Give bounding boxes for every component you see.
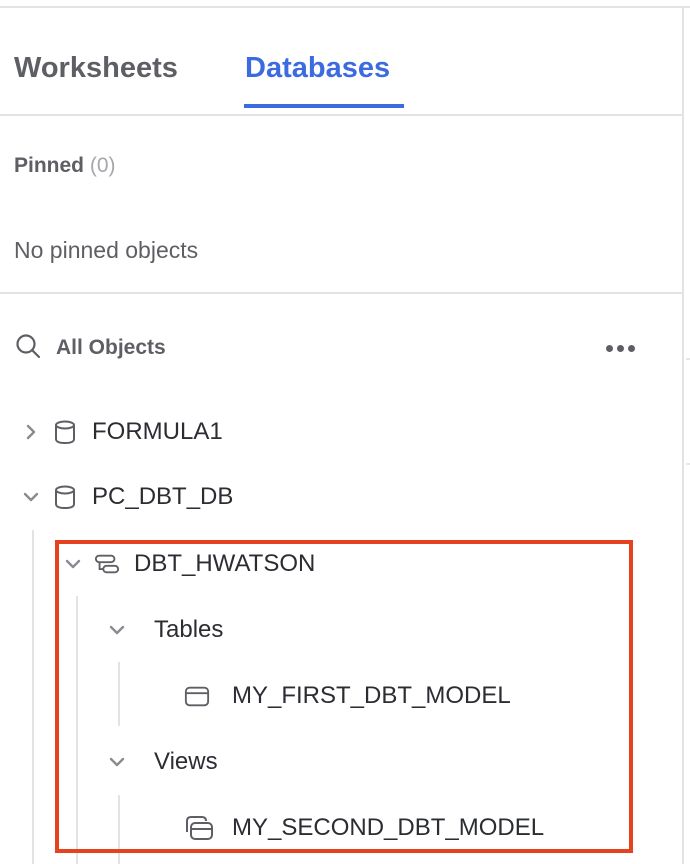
database-icon bbox=[52, 419, 78, 445]
table-name: MY_FIRST_DBT_MODEL bbox=[232, 682, 511, 709]
more-horizontal-icon bbox=[605, 344, 613, 352]
chevron-down-icon[interactable] bbox=[108, 753, 126, 771]
view-name: MY_SECOND_DBT_MODEL bbox=[232, 814, 545, 841]
panel-right-border bbox=[682, 8, 684, 864]
schema-name: DBT_HWATSON bbox=[134, 550, 316, 577]
tree-item-database[interactable]: PC_DBT_DB bbox=[22, 480, 233, 514]
tree-item-schema[interactable]: DBT_HWATSON bbox=[64, 547, 315, 581]
search-icon[interactable] bbox=[14, 332, 42, 365]
right-edge-divider bbox=[686, 358, 690, 360]
chevron-down-icon[interactable] bbox=[22, 488, 40, 506]
pinned-heading: Pinned (0) bbox=[14, 154, 116, 178]
database-icon bbox=[52, 484, 78, 510]
view-icon bbox=[182, 815, 214, 841]
active-tab-indicator bbox=[244, 104, 404, 108]
chevron-down-icon[interactable] bbox=[108, 621, 126, 639]
tree-guide-line bbox=[118, 795, 120, 864]
pinned-label: Pinned bbox=[14, 154, 85, 177]
chevron-down-icon[interactable] bbox=[64, 555, 82, 573]
tree-item-group-tables[interactable]: Tables bbox=[108, 613, 223, 647]
chevron-right-icon[interactable] bbox=[22, 423, 40, 441]
tree-item-view[interactable]: MY_SECOND_DBT_MODEL bbox=[182, 811, 544, 845]
tab-worksheets[interactable]: Worksheets bbox=[14, 52, 178, 85]
tree-item-table[interactable]: MY_FIRST_DBT_MODEL bbox=[184, 679, 511, 713]
database-name: FORMULA1 bbox=[92, 418, 223, 445]
tab-bar: Worksheets Databases bbox=[0, 8, 682, 114]
tree-guide-line bbox=[32, 530, 34, 864]
tree-item-database[interactable]: FORMULA1 bbox=[22, 415, 223, 449]
tree-item-group-views[interactable]: Views bbox=[108, 745, 218, 779]
all-objects-label: All Objects bbox=[56, 336, 166, 359]
right-edge-divider bbox=[686, 463, 690, 465]
schema-icon bbox=[94, 551, 120, 577]
tree-guide-line bbox=[118, 662, 120, 726]
tree-guide-line bbox=[76, 596, 78, 864]
pinned-count: (0) bbox=[89, 154, 116, 177]
divider bbox=[0, 292, 682, 294]
group-name: Tables bbox=[154, 616, 224, 643]
more-options-button[interactable] bbox=[600, 335, 640, 361]
table-icon bbox=[184, 683, 210, 709]
tab-databases[interactable]: Databases bbox=[245, 52, 390, 85]
all-objects-header: All Objects bbox=[14, 332, 166, 364]
pinned-empty-message: No pinned objects bbox=[14, 237, 199, 263]
group-name: Views bbox=[154, 748, 218, 775]
divider bbox=[0, 114, 682, 116]
database-name: PC_DBT_DB bbox=[92, 483, 234, 510]
